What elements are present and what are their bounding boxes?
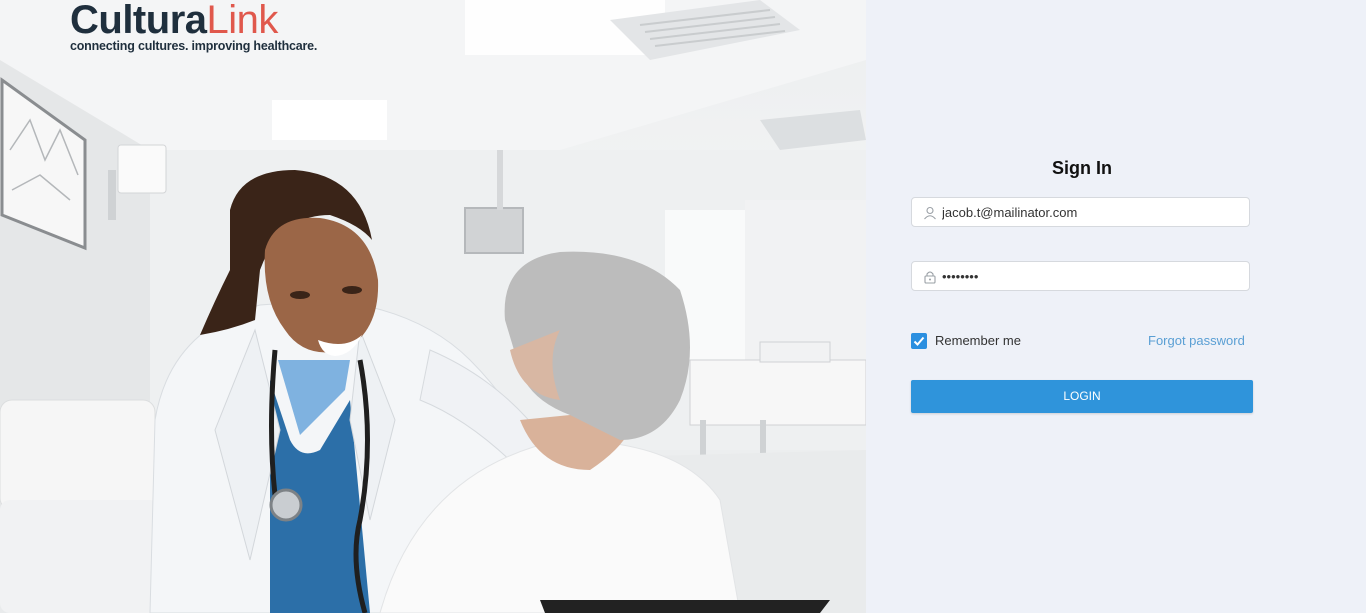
user-icon: [924, 206, 936, 220]
login-button[interactable]: LOGIN: [911, 380, 1253, 413]
brand-logo: CulturaLink connecting cultures. improvi…: [70, 0, 317, 53]
remember-me-label[interactable]: Remember me: [935, 333, 1021, 348]
brand-name-accent: Link: [206, 0, 279, 42]
brand-name: CulturaLink: [70, 0, 317, 40]
hospital-room-illustration: [0, 0, 866, 613]
signin-panel: Sign In Remember me Forgot password LOGI…: [866, 0, 1366, 613]
password-field[interactable]: [911, 261, 1250, 291]
signin-title: Sign In: [1052, 158, 1112, 178]
email-field[interactable]: [911, 197, 1250, 227]
lock-icon: [924, 271, 936, 284]
checkmark-icon: [913, 336, 925, 346]
brand-tagline: connecting cultures. improving healthcar…: [70, 39, 318, 53]
forgot-password-link[interactable]: Forgot password: [1148, 333, 1245, 348]
password-input[interactable]: [942, 262, 1242, 290]
hero-image: CulturaLink connecting cultures. improvi…: [0, 0, 866, 613]
brand-name-main: Cultura: [70, 0, 207, 42]
remember-me-checkbox[interactable]: [911, 333, 927, 349]
email-input[interactable]: [942, 198, 1242, 226]
